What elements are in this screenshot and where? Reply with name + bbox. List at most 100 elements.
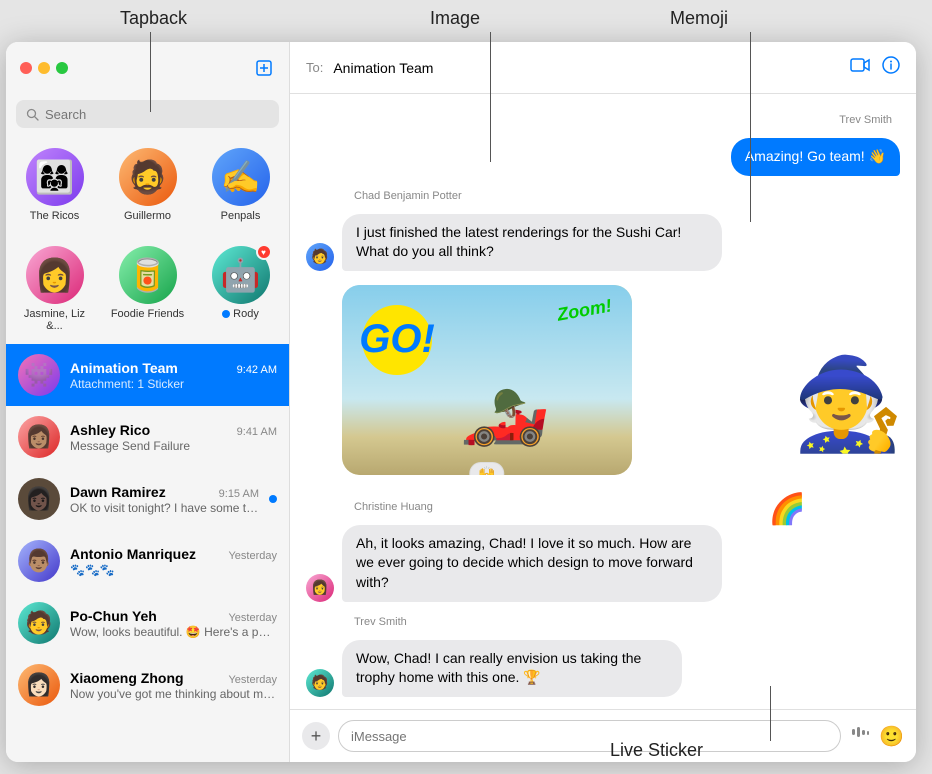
conv-item-xiaomeng[interactable]: 👩🏻 Xiaomeng Zhong Yesterday Now you've g… — [6, 654, 289, 716]
pochun-avatar: 🧑 — [18, 602, 60, 644]
antonio-details: Antonio Manriquez Yesterday 🐾🐾🐾 — [70, 546, 277, 577]
tapback-reaction[interactable]: 🙌 — [469, 462, 504, 475]
pochun-preview: Wow, looks beautiful. 🤩 Here's a photo o… — [70, 625, 277, 639]
sushi-car-image-bubble[interactable]: GO! Zoom! 🏎️ 🪖 ⬆ 🙌 — [342, 285, 632, 475]
dawn-unread-dot — [269, 495, 277, 503]
ashley-name: Ashley Rico — [70, 422, 150, 438]
pochun-name: Po-Chun Yeh — [70, 608, 157, 624]
chat-header-actions — [850, 56, 900, 79]
msg-row-christine-1: 👩 Ah, it looks amazing, Chad! I love it … — [306, 525, 900, 602]
jasmine-name: Jasmine, Liz &... — [15, 308, 95, 332]
the-ricos-avatar: 👩‍👩‍👧 — [26, 148, 84, 206]
sushi-car-image: GO! Zoom! 🏎️ 🪖 — [342, 285, 632, 475]
pinned-contact-rody[interactable]: 🤖 ♥ Rody — [196, 242, 285, 336]
chat-recipient: Animation Team — [333, 60, 433, 76]
image-annotation: Image — [430, 8, 480, 29]
animation-team-name: Animation Team — [70, 360, 178, 376]
sidebar: 👩‍👩‍👧 The Ricos 🧔 Guillermo ✍️ — [6, 42, 290, 762]
fullscreen-button[interactable] — [56, 62, 68, 74]
conv-item-pochun[interactable]: 🧑 Po-Chun Yeh Yesterday Wow, looks beaut… — [6, 592, 289, 654]
rody-heart-badge: ♥ — [256, 244, 272, 260]
rody-unread-dot — [222, 310, 230, 318]
bubble-christine-1: Ah, it looks amazing, Chad! I love it so… — [342, 525, 722, 602]
xiaomeng-header: Xiaomeng Zhong Yesterday — [70, 670, 277, 686]
add-button[interactable]: + — [302, 722, 330, 750]
bubble-chad-1: I just finished the latest renderings fo… — [342, 214, 722, 271]
dawn-details: Dawn Ramirez 9:15 AM OK to visit tonight… — [70, 484, 259, 515]
chat-area: To: Animation Team — [290, 42, 916, 762]
app-window: 👩‍👩‍👧 The Ricos 🧔 Guillermo ✍️ — [6, 42, 916, 762]
foodie-avatar: 🥫 — [119, 246, 177, 304]
sender-trev-1: Trev Smith — [306, 114, 900, 126]
sender-christine-1: Christine Huang — [306, 501, 900, 513]
animation-team-preview: Attachment: 1 Sticker — [70, 377, 277, 391]
conv-item-ashley[interactable]: 👩🏽 Ashley Rico 9:41 AM Message Send Fail… — [6, 406, 289, 468]
pinned-row-2: 👩 Jasmine, Liz &... 🥫 Foodie Friends 🤖 — [6, 234, 289, 344]
conv-item-antonio[interactable]: 👨🏽 Antonio Manriquez Yesterday 🐾🐾🐾 — [6, 530, 289, 592]
penpals-avatar-wrapper: ✍️ — [212, 148, 270, 206]
conv-item-animation-team[interactable]: 👾 Animation Team 9:42 AM Attachment: 1 S… — [6, 344, 289, 406]
emoji-button[interactable]: 🙂 — [879, 724, 904, 749]
tapback-annotation: Tapback — [120, 8, 187, 29]
bubble-trev-2: Wow, Chad! I can really envision us taki… — [342, 640, 682, 697]
rody-name: Rody — [233, 308, 259, 320]
pochun-details: Po-Chun Yeh Yesterday Wow, looks beautif… — [70, 608, 277, 639]
video-call-icon[interactable] — [850, 57, 870, 78]
search-bar[interactable] — [16, 100, 279, 128]
xiaomeng-details: Xiaomeng Zhong Yesterday Now you've got … — [70, 670, 277, 701]
antonio-name: Antonio Manriquez — [70, 546, 196, 562]
sidebar-titlebar — [6, 42, 289, 94]
driver-emoji: 🪖 — [493, 387, 528, 420]
foodie-name: Foodie Friends — [111, 308, 184, 320]
the-ricos-avatar-wrapper: 👩‍👩‍👧 — [26, 148, 84, 206]
message-input[interactable] — [338, 720, 841, 752]
msg-row-trev-1: Amazing! Go team! 👋 — [306, 138, 900, 176]
msg-row-image: 🧑 GO! Zoom! 🏎️ 🪖 ⬆ — [306, 285, 900, 475]
jasmine-avatar-wrapper: 👩 — [26, 246, 84, 304]
dawn-header: Dawn Ramirez 9:15 AM — [70, 484, 259, 500]
chat-messages: Trev Smith Amazing! Go team! 👋 Chad Benj… — [290, 94, 916, 709]
to-label: To: — [306, 60, 323, 75]
antonio-time: Yesterday — [228, 550, 277, 562]
xiaomeng-preview: Now you've got me thinking about my next… — [70, 687, 277, 701]
sender-trev-2: Trev Smith — [306, 616, 900, 628]
antonio-preview: 🐾🐾🐾 — [70, 563, 277, 577]
guillermo-avatar: 🧔 — [119, 148, 177, 206]
pinned-contact-penpals[interactable]: ✍️ Penpals — [196, 144, 285, 226]
xiaomeng-avatar: 👩🏻 — [18, 664, 60, 706]
pinned-contact-foodie[interactable]: 🥫 Foodie Friends — [103, 242, 192, 336]
info-icon[interactable] — [882, 56, 900, 79]
traffic-lights — [20, 62, 68, 74]
foodie-avatar-wrapper: 🥫 — [119, 246, 177, 304]
chat-input-area: + 🙂 — [290, 709, 916, 762]
dawn-time: 9:15 AM — [219, 488, 259, 500]
antonio-header: Antonio Manriquez Yesterday — [70, 546, 277, 562]
compose-button[interactable] — [253, 57, 275, 79]
msg-row-trev-2: 🧑 Wow, Chad! I can really envision us ta… — [306, 640, 900, 697]
ashley-preview: Message Send Failure — [70, 439, 277, 453]
pochun-header: Po-Chun Yeh Yesterday — [70, 608, 277, 624]
ashley-time: 9:41 AM — [237, 426, 277, 438]
pinned-contact-jasmine[interactable]: 👩 Jasmine, Liz &... — [10, 242, 99, 336]
ashley-details: Ashley Rico 9:41 AM Message Send Failure — [70, 422, 277, 453]
search-icon — [26, 108, 39, 121]
antonio-avatar: 👨🏽 — [18, 540, 60, 582]
guillermo-avatar-wrapper: 🧔 — [119, 148, 177, 206]
search-input[interactable] — [45, 107, 269, 122]
animation-team-avatar: 👾 — [18, 354, 60, 396]
pinned-contact-guillermo[interactable]: 🧔 Guillermo — [103, 144, 192, 226]
conv-item-dawn[interactable]: 👩🏿 Dawn Ramirez 9:15 AM OK to visit toni… — [6, 468, 289, 530]
the-ricos-name: The Ricos — [30, 210, 80, 222]
audio-button[interactable] — [849, 723, 871, 750]
minimize-button[interactable] — [38, 62, 50, 74]
bubble-trev-1: Amazing! Go team! 👋 — [731, 138, 900, 176]
animation-team-time: 9:42 AM — [237, 364, 277, 376]
rody-avatar-wrapper: 🤖 ♥ — [212, 246, 270, 304]
pinned-row-1: 👩‍👩‍👧 The Ricos 🧔 Guillermo ✍️ — [6, 136, 289, 234]
dawn-avatar: 👩🏿 — [18, 478, 60, 520]
close-button[interactable] — [20, 62, 32, 74]
chat-header: To: Animation Team — [290, 42, 916, 94]
dawn-preview: OK to visit tonight? I have some things … — [70, 501, 259, 515]
sender-chad-1: Chad Benjamin Potter — [306, 190, 900, 202]
pinned-contact-the-ricos[interactable]: 👩‍👩‍👧 The Ricos — [10, 144, 99, 226]
